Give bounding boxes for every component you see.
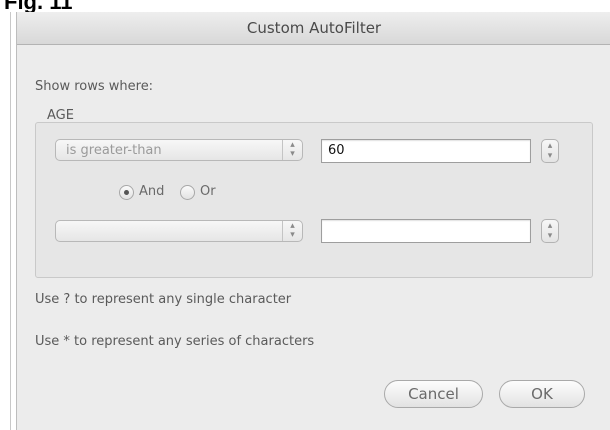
show-rows-prompt: Show rows where: xyxy=(35,79,154,94)
condition2-value-field[interactable] xyxy=(321,219,531,243)
up-down-chevrons-icon: ▴ ▾ xyxy=(547,141,553,161)
condition1-value-stepper[interactable]: ▴ ▾ xyxy=(541,139,559,163)
condition2-value-stepper[interactable]: ▴ ▾ xyxy=(541,219,559,243)
document-edge-divider xyxy=(10,12,11,430)
and-radio-label: And xyxy=(139,184,165,199)
single-character-hint: Use ? to represent any single character xyxy=(35,292,292,307)
condition2-operator-popup[interactable]: ▴ ▾ xyxy=(55,220,303,242)
or-radio[interactable] xyxy=(180,185,195,200)
up-down-chevrons-icon: ▴ ▾ xyxy=(282,140,302,160)
series-characters-hint: Use * to represent any series of charact… xyxy=(35,334,315,349)
dialog-title: Custom AutoFilter xyxy=(246,19,382,37)
up-down-chevrons-icon: ▴ ▾ xyxy=(547,221,553,241)
custom-autofilter-dialog: Custom AutoFilter Show rows where: AGE i… xyxy=(16,12,610,430)
condition1-value-field[interactable]: 60 xyxy=(321,139,531,163)
cancel-button[interactable]: Cancel xyxy=(384,380,483,408)
dialog-titlebar: Custom AutoFilter xyxy=(17,12,610,45)
ok-button[interactable]: OK xyxy=(499,380,585,408)
or-radio-label: Or xyxy=(200,184,216,199)
column-name-label: AGE xyxy=(47,108,74,123)
condition1-operator-value: is greater-than xyxy=(66,143,162,158)
radio-selected-icon xyxy=(124,190,129,195)
condition1-operator-popup[interactable]: is greater-than ▴ ▾ xyxy=(55,139,303,161)
and-radio[interactable] xyxy=(119,185,134,200)
up-down-chevrons-icon: ▴ ▾ xyxy=(282,221,302,241)
